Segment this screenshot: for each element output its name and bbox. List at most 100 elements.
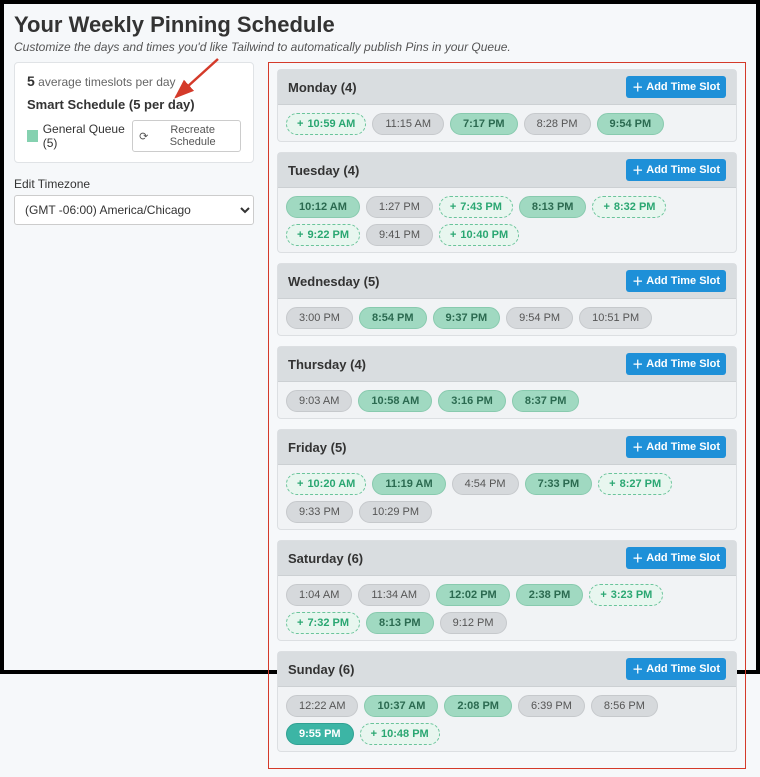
plus-icon: + <box>609 479 615 490</box>
time-slot[interactable]: 11:19 AM <box>372 473 445 495</box>
time-slot[interactable]: 9:54 PM <box>506 307 573 329</box>
suggested-time-slot[interactable]: +10:59 AM <box>286 113 366 135</box>
time-slot[interactable]: 12:22 AM <box>286 695 358 717</box>
time-slot[interactable]: 6:39 PM <box>518 695 585 717</box>
time-slot[interactable]: 10:51 PM <box>579 307 652 329</box>
time-slot-label: 3:16 PM <box>451 395 493 407</box>
time-slot-label: 8:27 PM <box>620 478 662 490</box>
time-slot[interactable]: 9:55 PM <box>286 723 354 745</box>
time-slot[interactable]: 9:54 PM <box>597 113 665 135</box>
time-slot[interactable]: 9:41 PM <box>366 224 433 246</box>
time-slot-label: 2:08 PM <box>457 700 499 712</box>
time-slot[interactable]: 8:28 PM <box>524 113 591 135</box>
day-block: Monday (4)＋Add Time Slot+10:59 AM11:15 A… <box>277 69 737 142</box>
time-slot[interactable]: 9:33 PM <box>286 501 353 523</box>
time-slot[interactable]: 8:37 PM <box>512 390 580 412</box>
time-slot[interactable]: 1:27 PM <box>366 196 433 218</box>
time-slot-label: 10:37 AM <box>377 700 425 712</box>
plus-icon: ＋ <box>632 162 643 178</box>
time-slot[interactable]: 10:29 PM <box>359 501 432 523</box>
time-slot-label: 9:37 PM <box>446 312 488 324</box>
time-slot[interactable]: 8:54 PM <box>359 307 427 329</box>
suggested-time-slot[interactable]: +7:43 PM <box>439 196 513 218</box>
suggested-time-slot[interactable]: +10:20 AM <box>286 473 366 495</box>
time-slot[interactable]: 1:04 AM <box>286 584 352 606</box>
suggested-time-slot[interactable]: +9:22 PM <box>286 224 360 246</box>
suggested-time-slot[interactable]: +8:27 PM <box>598 473 672 495</box>
time-slot[interactable]: 9:12 PM <box>440 612 507 634</box>
time-slot-label: 7:33 PM <box>538 478 580 490</box>
time-slot[interactable]: 8:13 PM <box>366 612 434 634</box>
time-slot[interactable]: 10:58 AM <box>358 390 432 412</box>
add-time-slot-button[interactable]: ＋Add Time Slot <box>626 547 726 569</box>
plus-icon: ＋ <box>632 79 643 95</box>
time-slot[interactable]: 7:33 PM <box>525 473 593 495</box>
time-slot[interactable]: 10:37 AM <box>364 695 438 717</box>
time-slot[interactable]: 12:02 PM <box>436 584 510 606</box>
time-slot-label: 8:32 PM <box>614 201 656 213</box>
recreate-schedule-button[interactable]: ⟳ Recreate Schedule <box>132 120 241 152</box>
time-slot-label: 2:38 PM <box>529 589 571 601</box>
add-time-slot-button[interactable]: ＋Add Time Slot <box>626 270 726 292</box>
day-header: Wednesday (5)＋Add Time Slot <box>278 264 736 299</box>
time-slot-label: 9:54 PM <box>610 118 652 130</box>
plus-icon: + <box>450 202 456 213</box>
slots-row: 12:22 AM 10:37 AM 2:08 PM 6:39 PM 8:56 PM 9:5… <box>278 687 736 745</box>
add-time-slot-button[interactable]: ＋Add Time Slot <box>626 159 726 181</box>
day-block: Thursday (4) ＋Add Time Slot 9:03 AM 10:58 A… <box>277 346 737 419</box>
avg-count: 5 <box>27 73 35 89</box>
time-slot[interactable]: 2:38 PM <box>516 584 584 606</box>
suggested-time-slot[interactable]: +10:40 PM <box>439 224 519 246</box>
time-slot[interactable]: 9:03 AM <box>286 390 352 412</box>
time-slot[interactable]: 11:34 AM <box>358 584 430 606</box>
slots-row: 9:03 AM 10:58 AM 3:16 PM 8:37 PM <box>278 382 736 412</box>
day-block: Friday (5)＋Add Time Slot+10:20 AM11:19 A… <box>277 429 737 530</box>
day-title: Thursday (4) <box>288 357 366 372</box>
stats-panel: 5 average timeslots per day Smart Schedu… <box>14 62 254 163</box>
queue-label: General Queue (5) <box>43 122 132 150</box>
plus-icon: + <box>600 590 606 601</box>
time-slot-label: 11:34 AM <box>371 589 417 601</box>
day-title: Tuesday (4) <box>288 163 359 178</box>
time-slot[interactable]: 8:13 PM <box>519 196 587 218</box>
time-slot[interactable]: 9:37 PM <box>433 307 501 329</box>
time-slot[interactable]: 11:15 AM <box>372 113 444 135</box>
time-slot-label: 6:39 PM <box>531 700 572 712</box>
time-slot[interactable]: 8:56 PM <box>591 695 658 717</box>
suggested-time-slot[interactable]: +10:48 PM <box>360 723 440 745</box>
time-slot[interactable]: 3:16 PM <box>438 390 506 412</box>
plus-icon: + <box>450 230 456 241</box>
add-time-slot-label: Add Time Slot <box>646 663 720 675</box>
time-slot-label: 12:22 AM <box>299 700 345 712</box>
time-slot-label: 9:03 AM <box>299 395 339 407</box>
day-block: Saturday (6) ＋Add Time Slot 1:04 AM 11:34 A… <box>277 540 737 641</box>
time-slot-label: 1:27 PM <box>379 201 420 213</box>
suggested-time-slot[interactable]: +8:32 PM <box>592 196 666 218</box>
day-header: Tuesday (4) ＋Add Time Slot <box>278 153 736 188</box>
suggested-time-slot[interactable]: +3:23 PM <box>589 584 663 606</box>
time-slot-label: 8:13 PM <box>532 201 574 213</box>
day-header: Thursday (4) ＋Add Time Slot <box>278 347 736 382</box>
timezone-select[interactable]: (GMT -06:00) America/Chicago <box>14 195 254 225</box>
time-slot[interactable]: 4:54 PM <box>452 473 519 495</box>
time-slot-label: 9:54 PM <box>519 312 560 324</box>
time-slot[interactable]: 7:17 PM <box>450 113 518 135</box>
plus-icon: ＋ <box>632 273 643 289</box>
time-slot-label: 7:17 PM <box>463 118 505 130</box>
queue-color-swatch <box>27 130 38 142</box>
add-time-slot-button[interactable]: ＋Add Time Slot <box>626 76 726 98</box>
suggested-time-slot[interactable]: +7:32 PM <box>286 612 360 634</box>
time-slot[interactable]: 2:08 PM <box>444 695 512 717</box>
time-slot-label: 9:12 PM <box>453 617 494 629</box>
recreate-label: Recreate Schedule <box>151 124 234 148</box>
add-time-slot-button[interactable]: ＋Add Time Slot <box>626 658 726 680</box>
plus-icon: ＋ <box>632 550 643 566</box>
time-slot[interactable]: 10:12 AM <box>286 196 360 218</box>
time-slot[interactable]: 3:00 PM <box>286 307 353 329</box>
timezone-label: Edit Timezone <box>14 177 254 191</box>
add-time-slot-button[interactable]: ＋Add Time Slot <box>626 353 726 375</box>
add-time-slot-button[interactable]: ＋Add Time Slot <box>626 436 726 458</box>
slots-row: +10:20 AM 11:19 AM 4:54 PM 7:33 PM +8:27 PM 9… <box>278 465 736 523</box>
day-title: Saturday (6) <box>288 551 363 566</box>
time-slot-label: 8:54 PM <box>372 312 414 324</box>
